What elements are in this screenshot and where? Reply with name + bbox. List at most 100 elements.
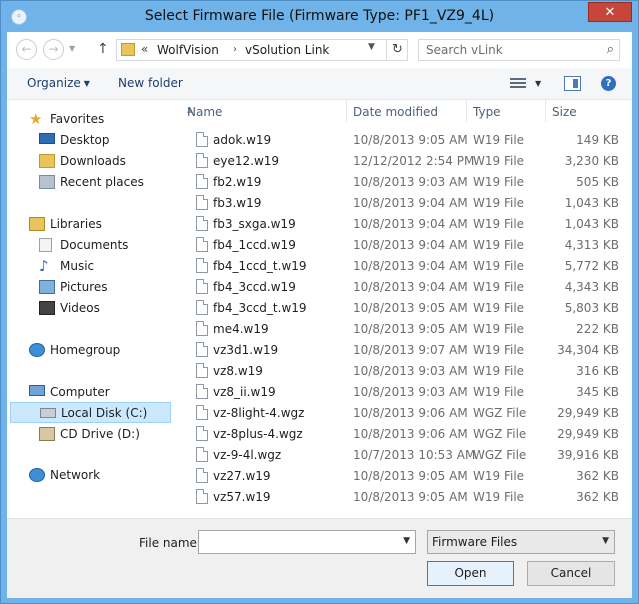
sidebar-item-videos[interactable]: Videos [7,298,175,319]
table-row[interactable]: fb4_3ccd.w19 10/8/2013 9:04 AM W19 File 4,3… [175,277,632,298]
breadcrumb-vsolution-link[interactable]: vSolution Link [245,43,329,57]
table-row[interactable]: vz-9-4l.wgz 10/7/2013 10:53 AM WGZ File 39,… [175,445,632,466]
file-type: W19 File [473,280,525,294]
breadcrumb-wolfvision[interactable]: WolfVision [157,43,219,57]
file-type: W19 File [473,364,525,378]
preview-pane-icon[interactable] [564,76,581,91]
table-row[interactable]: vz57.w19 10/8/2013 9:05 AM W19 File 362 KB [175,487,632,508]
file-size: 3,230 KB [564,154,619,168]
recent-places-icon [39,175,55,189]
table-row[interactable]: fb4_1ccd_t.w19 10/8/2013 9:04 AM W19 File 5… [175,256,632,277]
address-dropdown-icon[interactable]: ▼ [368,42,375,52]
table-row[interactable]: eye12.w19 12/12/2012 2:54 PM W19 File 3,230… [175,151,632,172]
sidebar-item-downloads[interactable]: Downloads [7,151,175,172]
file-size: 362 KB [576,469,619,483]
file-date-modified: 10/8/2013 9:04 AM [353,238,468,252]
file-rows: adok.w19 10/8/2013 9:05 AM W19 File 149 KB e… [175,130,632,508]
close-button[interactable]: ✕ [588,2,632,22]
file-date-modified: 10/8/2013 9:05 AM [353,322,468,336]
view-options-dropdown[interactable]: ▼ [535,79,541,88]
search-box[interactable]: ⌕ [418,39,620,61]
file-date-modified: 10/8/2013 9:04 AM [353,280,468,294]
file-date-modified: 10/8/2013 9:05 AM [353,469,468,483]
file-name-input[interactable] [199,531,395,553]
column-header-type[interactable]: Type [467,100,546,122]
table-row[interactable]: fb3_sxga.w19 10/8/2013 9:04 AM W19 File 1,0… [175,214,632,235]
file-icon [196,405,208,420]
title-bar[interactable]: ◦ Select Firmware File (Firmware Type: P… [1,1,638,32]
sidebar-item-homegroup[interactable]: Homegroup [7,340,175,361]
homegroup-icon [29,343,45,357]
sidebar-item-label: CD Drive (D:) [60,427,140,441]
sidebar-item-local-disk[interactable]: Local Disk (C:) [10,402,171,423]
table-row[interactable]: vz-8plus-4.wgz 10/8/2013 9:06 AM WGZ File 2… [175,424,632,445]
column-header-size[interactable]: Size [546,100,632,122]
file-name: fb3.w19 [213,196,262,210]
forward-button[interactable]: → [43,39,64,60]
sidebar-item-pictures[interactable]: Pictures [7,277,175,298]
table-row[interactable]: fb3.w19 10/8/2013 9:04 AM W19 File 1,043 KB [175,193,632,214]
organize-button[interactable]: Organize ▼ [27,76,90,90]
table-row[interactable]: fb2.w19 10/8/2013 9:03 AM W19 File 505 KB [175,172,632,193]
film-strip-icon [39,301,55,315]
help-icon[interactable]: ? [601,76,616,91]
sidebar-item-music[interactable]: ♪ Music [7,256,175,277]
sidebar-item-recent-places[interactable]: Recent places [7,172,175,193]
column-header-date-modified[interactable]: Date modified [347,100,467,122]
sidebar-item-libraries[interactable]: Libraries [7,214,175,235]
table-row[interactable]: adok.w19 10/8/2013 9:05 AM W19 File 149 KB [175,130,632,151]
chevron-down-icon[interactable]: ▼ [403,536,410,546]
back-button[interactable]: ← [16,39,37,60]
breadcrumb-chevron-icon[interactable]: › [233,44,237,55]
table-row[interactable]: fb4_3ccd_t.w19 10/8/2013 9:05 AM W19 File 5… [175,298,632,319]
sidebar-item-cd-drive[interactable]: CD Drive (D:) [7,424,175,445]
file-icon [196,300,208,315]
sidebar-item-label: Videos [60,301,100,315]
file-icon [196,132,208,147]
file-date-modified: 10/8/2013 9:04 AM [353,217,468,231]
sidebar-item-favorites[interactable]: ★ Favorites [7,109,175,130]
file-type: W19 File [473,469,525,483]
sidebar-item-label: Pictures [60,280,108,294]
sidebar-item-label: Computer [50,385,110,399]
sidebar-item-label: Music [60,259,95,273]
refresh-button[interactable]: ↻ [386,40,408,60]
sidebar-item-network[interactable]: Network [7,465,175,486]
table-row[interactable]: vz27.w19 10/8/2013 9:05 AM W19 File 362 KB [175,466,632,487]
file-type: W19 File [473,196,525,210]
file-size: 34,304 KB [557,343,619,357]
sidebar-item-documents[interactable]: Documents [7,235,175,256]
table-row[interactable]: vz8.w19 10/8/2013 9:03 AM W19 File 316 KB [175,361,632,382]
table-row[interactable]: fb4_1ccd.w19 10/8/2013 9:04 AM W19 File 4,3… [175,235,632,256]
file-name-combobox[interactable]: ▼ [198,530,416,554]
sidebar-item-desktop[interactable]: Desktop [7,130,175,151]
table-row[interactable]: me4.w19 10/8/2013 9:05 AM W19 File 222 KB [175,319,632,340]
cancel-button[interactable]: Cancel [527,561,615,586]
address-bar[interactable]: « WolfVision › vSolution Link ▼ ↻ [116,39,408,61]
folder-icon [121,43,135,56]
recent-locations-dropdown[interactable]: ▼ [69,44,75,53]
change-view-icon[interactable] [510,78,526,90]
file-type: WGZ File [473,448,527,462]
file-size: 505 KB [576,175,619,189]
breadcrumb-overflow[interactable]: « [141,42,148,56]
table-row[interactable]: vz-8light-4.wgz 10/8/2013 9:06 AM WGZ File… [175,403,632,424]
file-date-modified: 10/8/2013 9:05 AM [353,133,468,147]
sidebar-item-label: Desktop [60,133,110,147]
up-button[interactable]: ↑ [97,41,109,57]
file-size: 4,313 KB [564,238,619,252]
downloads-folder-icon [39,154,55,168]
file-type-select[interactable]: Firmware Files ▼ [427,530,615,554]
organize-label: Organize [27,76,81,90]
open-button[interactable]: Open [427,561,514,586]
search-input[interactable] [419,40,599,60]
new-folder-button[interactable]: New folder [118,76,183,90]
table-row[interactable]: vz3d1.w19 10/8/2013 9:07 AM W19 File 34,304… [175,340,632,361]
column-header-name[interactable]: ▲ Name [175,100,347,122]
file-date-modified: 10/8/2013 9:07 AM [353,343,468,357]
file-icon [196,279,208,294]
navigation-pane: ★ Favorites Desktop Downloads Recent pla… [7,100,175,518]
sidebar-item-computer[interactable]: Computer [7,382,175,403]
table-row[interactable]: vz8_ii.w19 10/8/2013 9:03 AM W19 File 345 K… [175,382,632,403]
search-icon[interactable]: ⌕ [607,42,614,57]
